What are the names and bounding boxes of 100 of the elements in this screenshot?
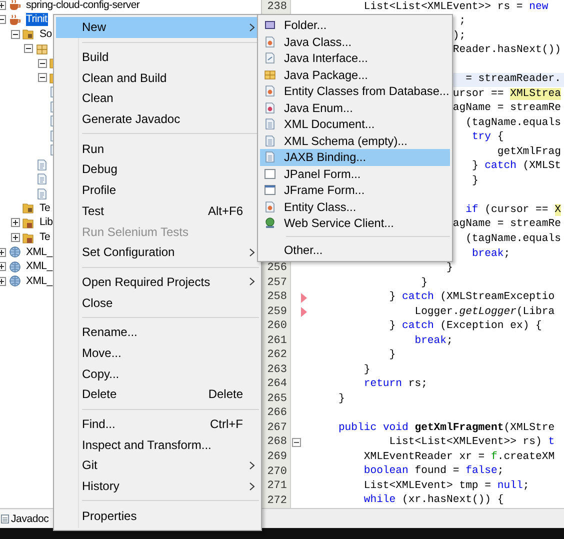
menu-item[interactable]: Build <box>56 46 259 68</box>
collapse-icon[interactable] <box>38 58 46 68</box>
menu-item[interactable]: Find... Ctrl+F <box>56 414 259 434</box>
code-line: ; <box>459 15 466 28</box>
tree-item[interactable]: Lib <box>40 216 54 230</box>
menu-item[interactable]: XML Schema (empty)... <box>260 132 450 149</box>
menu-item[interactable]: Move... <box>56 342 259 364</box>
line-number: 269 <box>267 450 287 463</box>
menu-item[interactable]: Set Configuration <box>56 242 259 263</box>
tree-item[interactable]: Te <box>40 231 51 244</box>
source-folder-icon <box>22 202 34 214</box>
class-file-icon <box>264 200 276 213</box>
menu-item[interactable]: Java Package... <box>260 66 450 83</box>
menu-item[interactable]: Copy... <box>56 363 259 384</box>
line-number: 258 <box>267 291 287 304</box>
library-folder-icon <box>22 216 34 229</box>
code-line: if (cursor == X <box>466 204 561 217</box>
menu-item[interactable]: Java Interface... <box>260 50 450 66</box>
menu-item[interactable]: Debug <box>56 159 259 180</box>
code-line: (tagName.equals <box>466 116 561 130</box>
globe-icon <box>8 246 20 258</box>
collapse-icon[interactable] <box>38 73 46 82</box>
expand-icon[interactable] <box>0 262 6 272</box>
collapse-icon[interactable] <box>0 15 6 24</box>
line-number: 238 <box>267 1 287 13</box>
menu-item[interactable]: Folder... <box>260 17 450 34</box>
code-line: List<XMLEvent> tmp = null; <box>364 480 530 493</box>
line-number: 264 <box>267 378 287 390</box>
package-icon <box>264 68 276 81</box>
expand-icon[interactable] <box>0 276 6 286</box>
line-number: 271 <box>267 480 287 492</box>
menu-item[interactable]: Git <box>56 455 259 476</box>
tree-item[interactable]: spring-cloud-config-server <box>26 0 141 12</box>
code-line: } catch (XMLSt <box>472 160 561 174</box>
tree-item[interactable]: XML_ <box>26 246 54 259</box>
menu-item[interactable]: Java Enum... <box>260 100 450 116</box>
line-number: 259 <box>267 306 287 318</box>
menu-item[interactable]: JPanel Form... <box>260 166 450 182</box>
menu-item[interactable]: Other... <box>260 242 450 258</box>
menu-item[interactable]: Profile <box>56 180 259 200</box>
code-line: } catch (XMLStreamExceptio <box>389 291 555 304</box>
enum-file-icon <box>264 102 276 114</box>
menu-item[interactable]: History <box>56 476 259 496</box>
tree-item[interactable]: Trinit <box>26 13 48 26</box>
menu-item[interactable]: XML Document... <box>260 116 450 132</box>
expand-icon[interactable] <box>0 0 6 10</box>
code-line: public void getXmlFragment(XMLStre <box>338 422 555 435</box>
line-number: 256 <box>267 262 287 274</box>
line-number: 270 <box>267 466 287 478</box>
expand-icon[interactable] <box>0 248 6 257</box>
code-line: = streamReader. <box>466 73 561 86</box>
line-number: 266 <box>267 407 287 420</box>
menu-item[interactable]: Rename... <box>56 322 259 343</box>
menu-item[interactable]: Entity Classes from Database... <box>260 83 450 100</box>
menu-item[interactable]: Inspect and Transform... <box>56 434 259 456</box>
collapse-icon[interactable] <box>292 438 300 448</box>
code-line: } <box>446 262 453 276</box>
package-icon <box>36 42 48 55</box>
menu-item[interactable]: Close <box>56 292 259 313</box>
javadoc-tab[interactable]: Javadoc <box>0 510 50 528</box>
menu-item[interactable]: Web Service Client... <box>260 215 450 232</box>
code-line: ursor == XMLStrea <box>452 88 561 101</box>
menu-item[interactable]: New <box>56 17 259 38</box>
file-icon <box>36 173 48 186</box>
code-line: break; <box>414 334 453 348</box>
line-number: 260 <box>267 320 287 332</box>
tree-item[interactable]: Te <box>40 202 51 215</box>
code-line: Reader.hasNext()) <box>452 44 561 58</box>
expand-icon[interactable] <box>10 218 20 228</box>
menu-item[interactable]: JAXB Binding... <box>260 149 450 166</box>
menu-item[interactable]: Generate Javadoc <box>56 108 259 130</box>
menu-item[interactable]: Clean <box>56 88 259 109</box>
code-line: Logger.getLogger(Libra <box>414 306 555 319</box>
line-number: 272 <box>267 494 287 507</box>
code-line: } <box>472 174 478 188</box>
tree-item[interactable]: So <box>40 28 53 41</box>
menu-item[interactable]: Clean and Build <box>56 67 259 88</box>
expand-icon[interactable] <box>10 233 20 242</box>
frame-form-icon <box>264 184 276 196</box>
tree-item[interactable]: XML_ <box>26 274 54 288</box>
menu-item[interactable]: Run <box>56 138 259 160</box>
menu-item[interactable]: Delete Delete <box>56 384 259 405</box>
java-project-icon <box>8 0 20 12</box>
code-line: agName = streamRe <box>452 102 561 116</box>
tree-item[interactable]: XML_ <box>26 260 54 274</box>
java-project-icon <box>8 14 20 26</box>
menu-item[interactable]: Java Class... <box>260 34 450 50</box>
tab-label: Javadoc <box>11 512 49 524</box>
menu-item[interactable]: Properties <box>56 505 259 526</box>
menu-item[interactable]: JFrame Form... <box>260 182 450 198</box>
line-number: 265 <box>267 392 287 405</box>
menu-item[interactable]: Test Alt+F6 <box>56 200 259 222</box>
menu-item[interactable]: Open Required Projects <box>56 272 259 292</box>
menu-item[interactable]: Entity Class... <box>260 198 450 215</box>
code-line: while (xr.hasNext()) { <box>364 494 504 508</box>
code-line: return rs; <box>364 378 428 392</box>
xml-file-icon <box>264 118 276 130</box>
collapse-icon[interactable] <box>24 44 33 54</box>
collapse-icon[interactable] <box>10 30 20 39</box>
code-line: try { <box>472 131 504 144</box>
